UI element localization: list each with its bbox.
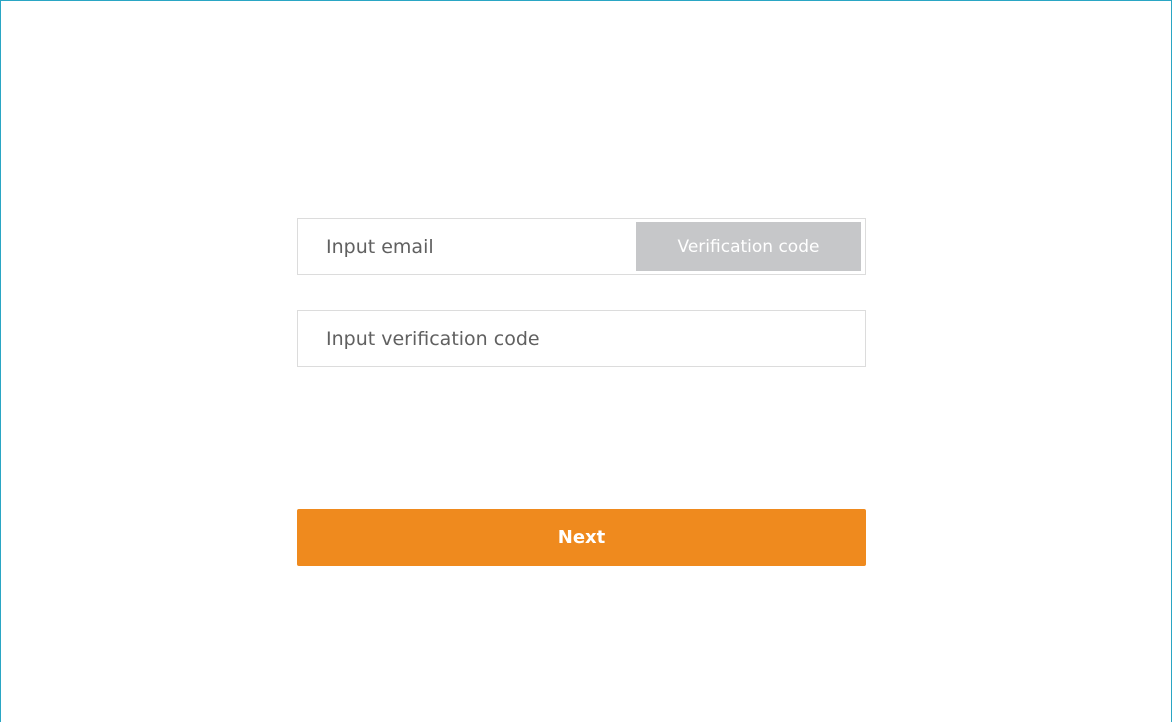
verification-form: Verification code Next	[297, 218, 866, 566]
next-button[interactable]: Next	[297, 509, 866, 566]
page-frame: Verification code Next	[0, 0, 1172, 722]
verification-code-input[interactable]	[298, 311, 865, 366]
verification-code-row	[297, 310, 866, 367]
email-input[interactable]	[298, 219, 634, 274]
send-verification-code-button[interactable]: Verification code	[636, 222, 861, 271]
email-row: Verification code	[297, 218, 866, 275]
